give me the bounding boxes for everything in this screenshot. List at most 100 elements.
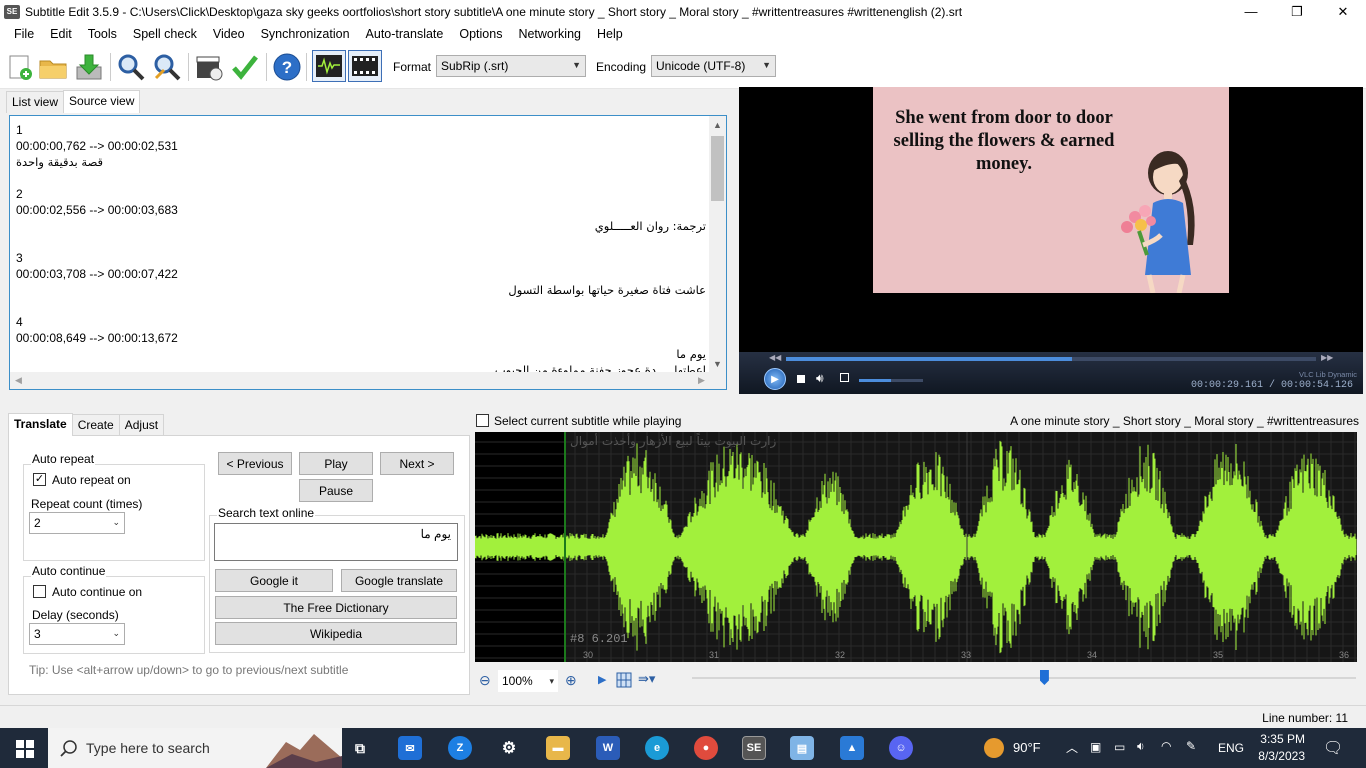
- position-slider[interactable]: [1039, 670, 1049, 685]
- tab-create[interactable]: Create: [71, 414, 120, 436]
- search-icon: [118, 54, 145, 81]
- google-translate-button[interactable]: Google translate: [341, 569, 457, 592]
- tab-translate[interactable]: Translate: [8, 413, 73, 436]
- tab-source-view[interactable]: Source view: [63, 90, 141, 113]
- toggle-video-button[interactable]: [348, 50, 382, 82]
- menu-options[interactable]: Options: [451, 27, 510, 41]
- scroll-down-icon[interactable]: ▼: [709, 355, 726, 372]
- arrows-icon[interactable]: ⇛▾: [638, 671, 655, 687]
- next-button[interactable]: Next >: [380, 452, 454, 475]
- menu-networking[interactable]: Networking: [510, 27, 589, 41]
- new-file-button[interactable]: [4, 51, 34, 83]
- wifi-icon[interactable]: ◠: [1161, 739, 1171, 753]
- format-select[interactable]: SubRip (.srt) ▼: [436, 55, 586, 77]
- menu-video[interactable]: Video: [205, 27, 253, 41]
- zoom-select[interactable]: 100% ▾: [498, 670, 558, 692]
- subtitle-edit-taskbar-icon[interactable]: SE: [742, 736, 766, 760]
- volume-icon[interactable]: 🔉︎: [1137, 739, 1145, 754]
- word-icon[interactable]: W: [596, 736, 620, 760]
- rewind-icon[interactable]: ◀◀: [769, 353, 781, 362]
- scroll-right-icon[interactable]: ▶: [693, 372, 710, 389]
- repeat-count-select[interactable]: 2 ⌄: [29, 512, 125, 534]
- encoding-select[interactable]: Unicode (UTF-8) ▼: [651, 55, 776, 77]
- select-current-checkbox[interactable]: [476, 414, 489, 427]
- video-progress[interactable]: [786, 357, 1316, 361]
- spell-check-button[interactable]: [230, 51, 260, 83]
- position-track[interactable]: [692, 677, 1356, 679]
- delay-select[interactable]: 3 ⌄: [29, 623, 125, 645]
- toggle-waveform-button[interactable]: [312, 50, 346, 82]
- waveform[interactable]: زارت البيوت بيتاً لبيع الأزهار وأخذت أمو…: [475, 432, 1357, 662]
- edge-icon[interactable]: e: [645, 736, 669, 760]
- windows-start-icon[interactable]: [16, 740, 34, 758]
- chatgpt-icon[interactable]: ⚙: [497, 736, 521, 760]
- stop-button[interactable]: [797, 375, 805, 383]
- video-caption: She went from door to door selling the f…: [873, 107, 1135, 176]
- menu-help[interactable]: Help: [589, 27, 631, 41]
- task-view-icon[interactable]: ⧉: [348, 736, 372, 760]
- scroll-left-icon[interactable]: ◀: [10, 372, 27, 389]
- chrome-icon[interactable]: ●: [694, 736, 718, 760]
- auto-continue-checkbox[interactable]: [33, 585, 46, 598]
- save-button[interactable]: [74, 51, 104, 83]
- play-button[interactable]: ▶: [764, 368, 786, 390]
- play-subtitle-button[interactable]: Play: [299, 452, 373, 475]
- maximize-button[interactable]: ❐: [1274, 0, 1320, 23]
- tab-adjust[interactable]: Adjust: [118, 414, 165, 436]
- fullscreen-icon[interactable]: [840, 373, 849, 382]
- close-button[interactable]: ✕: [1320, 0, 1366, 23]
- source-line: [16, 298, 706, 314]
- discord-icon[interactable]: ☺: [889, 736, 913, 760]
- menu-bar: File Edit Tools Spell check Video Synchr…: [0, 23, 1366, 45]
- zoom-out-icon[interactable]: ⊖: [479, 672, 491, 689]
- network-icon[interactable]: ▣: [1090, 740, 1101, 754]
- wikipedia-button[interactable]: Wikipedia: [215, 622, 457, 645]
- help-button[interactable]: ?: [272, 51, 302, 83]
- pen-icon[interactable]: ✎: [1186, 739, 1196, 753]
- menu-synchronization[interactable]: Synchronization: [253, 27, 358, 41]
- notepad-icon[interactable]: ▤: [790, 736, 814, 760]
- volume-slider[interactable]: [859, 379, 923, 382]
- file-explorer-icon[interactable]: ▬: [546, 736, 570, 760]
- video-player[interactable]: She went from door to door selling the f…: [739, 87, 1363, 394]
- play-selection-icon[interactable]: ▶: [598, 673, 606, 686]
- google-it-button[interactable]: Google it: [215, 569, 333, 592]
- weather-icon[interactable]: [984, 738, 1004, 758]
- pause-button[interactable]: Pause: [299, 479, 373, 502]
- tab-list-view[interactable]: List view: [6, 91, 65, 113]
- visual-sync-button[interactable]: [194, 51, 224, 83]
- menu-spell-check[interactable]: Spell check: [125, 27, 205, 41]
- fast-forward-icon[interactable]: ▶▶: [1321, 353, 1333, 362]
- open-button[interactable]: [38, 51, 68, 83]
- grid-icon[interactable]: [616, 672, 632, 688]
- menu-tools[interactable]: Tools: [80, 27, 125, 41]
- tip-text: Tip: Use <alt+arrow up/down> to go to pr…: [29, 663, 349, 677]
- mail-icon[interactable]: ✉: [398, 736, 422, 760]
- previous-button[interactable]: < Previous: [218, 452, 292, 475]
- chevron-up-icon[interactable]: ︿: [1066, 739, 1078, 756]
- menu-auto-translate[interactable]: Auto-translate: [358, 27, 452, 41]
- replace-button[interactable]: [152, 51, 182, 83]
- speaker-icon[interactable]: 🔊︎: [816, 371, 824, 386]
- clock-date[interactable]: 8/3/2023: [1253, 749, 1305, 763]
- zoom-in-icon[interactable]: ⊕: [565, 672, 577, 689]
- taskbar-search[interactable]: Type here to search: [48, 728, 342, 768]
- search-text-input[interactable]: يوم ما: [214, 523, 458, 561]
- source-editor[interactable]: 1 00:00:00,762 --> 00:00:02,531 قصة بدقي…: [9, 115, 727, 390]
- minimize-button[interactable]: —: [1228, 0, 1274, 23]
- free-dictionary-button[interactable]: The Free Dictionary: [215, 596, 457, 619]
- auto-repeat-checkbox[interactable]: ✓: [33, 473, 46, 486]
- battery-icon[interactable]: ▭: [1114, 740, 1125, 754]
- photos-icon[interactable]: ▲: [840, 736, 864, 760]
- scroll-up-icon[interactable]: ▲: [709, 116, 726, 133]
- language-indicator[interactable]: ENG: [1218, 741, 1244, 755]
- vertical-scrollbar[interactable]: ▲ ▼: [709, 116, 726, 372]
- horizontal-scrollbar[interactable]: ◀ ▶: [10, 372, 726, 389]
- clock-time[interactable]: 3:35 PM: [1257, 732, 1305, 746]
- menu-edit[interactable]: Edit: [42, 27, 80, 41]
- notifications-icon[interactable]: 🗨︎: [1323, 738, 1343, 758]
- zoom-app-icon[interactable]: Z: [448, 736, 472, 760]
- scrollbar-thumb[interactable]: [711, 136, 724, 201]
- find-button[interactable]: [116, 51, 146, 83]
- menu-file[interactable]: File: [6, 27, 42, 41]
